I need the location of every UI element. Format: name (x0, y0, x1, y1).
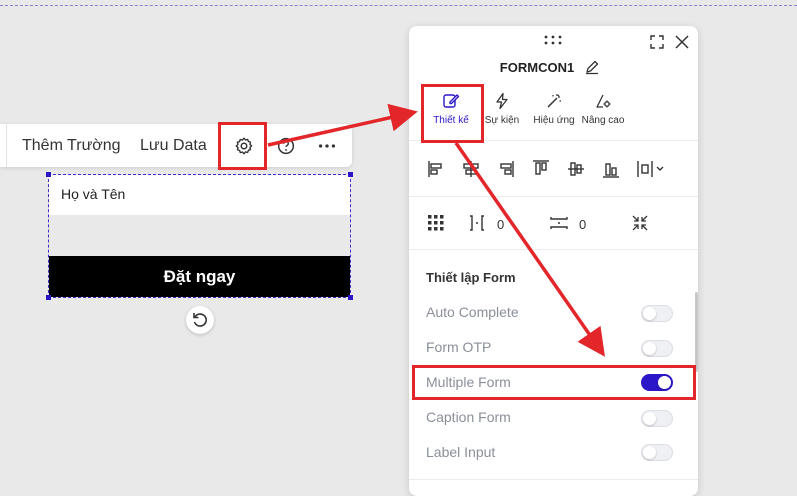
save-data-button[interactable]: Lưu Data (140, 124, 207, 167)
tab-events-label: Sự kiện (484, 115, 520, 126)
expand-icon[interactable] (649, 34, 665, 50)
collapse-icon[interactable] (631, 214, 649, 232)
tab-effects[interactable]: Hiệu ứng (529, 92, 579, 126)
close-icon[interactable] (674, 34, 690, 50)
setting-label-multiple-form: Multiple Form (426, 374, 511, 390)
pencil-edit-icon (443, 94, 460, 108)
gear-icon[interactable] (233, 135, 255, 157)
setting-label-form-otp: Form OTP (426, 339, 492, 355)
rotate-icon (193, 313, 207, 327)
auto-complete-toggle[interactable] (641, 305, 673, 322)
vertical-spacing-value[interactable]: 0 (579, 217, 586, 232)
rotate-handle[interactable] (186, 306, 214, 334)
setting-label-label-input: Label Input (426, 444, 496, 460)
resize-handle[interactable] (46, 295, 51, 300)
form-element-selection[interactable]: Họ và Tên Đặt ngay (46, 172, 353, 300)
form-settings-title: Thiết lập Form (426, 270, 516, 285)
tab-design-label: Thiết kế (433, 115, 469, 126)
order-now-button[interactable]: Đặt ngay (49, 256, 350, 297)
section-divider (409, 140, 698, 141)
tab-advanced[interactable]: Nâng cao (580, 92, 626, 126)
help-icon[interactable] (275, 135, 297, 157)
drag-handle-icon[interactable] (543, 34, 563, 46)
tab-events[interactable]: Sự kiện (481, 92, 523, 126)
settings-panel: FORMCON1 Thiết kế Sự kiện Hiệu ứng Nâng … (409, 26, 698, 496)
lightning-icon (496, 92, 508, 110)
vertical-spacing-icon[interactable] (549, 214, 569, 232)
label-input-toggle[interactable] (641, 444, 673, 461)
tab-effects-label: Hiệu ứng (533, 115, 575, 126)
resize-handle[interactable] (348, 172, 353, 177)
multiple-form-toggle[interactable] (641, 374, 673, 391)
rename-pencil-icon[interactable] (584, 59, 600, 75)
tab-advanced-label: Nâng cao (581, 115, 625, 126)
element-toolbar: Thêm Trường Lưu Data (0, 124, 352, 167)
horizontal-spacing-icon[interactable] (467, 214, 487, 232)
horizontal-spacing-value[interactable]: 0 (497, 217, 504, 232)
more-options-icon[interactable] (316, 135, 338, 157)
setting-label-auto-complete: Auto Complete (426, 304, 519, 320)
section-divider (409, 479, 698, 480)
canvas-guide-line (0, 5, 797, 6)
panel-scrollbar[interactable] (695, 292, 698, 372)
tab-design[interactable]: Thiết kế (429, 92, 473, 126)
add-field-button[interactable]: Thêm Trường (22, 124, 121, 167)
setting-label-caption-form: Caption Form (426, 409, 511, 425)
settings-advanced-icon (596, 94, 611, 108)
name-input-field[interactable]: Họ và Tên (49, 175, 350, 215)
grid-icon[interactable] (427, 214, 445, 232)
resize-handle[interactable] (46, 172, 51, 177)
section-divider (409, 196, 698, 197)
resize-handle[interactable] (348, 295, 353, 300)
panel-title: FORMCON1 (499, 60, 575, 75)
alignment-toolbar[interactable] (425, 158, 665, 180)
toolbar-divider (6, 124, 7, 167)
caption-form-toggle[interactable] (641, 410, 673, 427)
form-otp-toggle[interactable] (641, 340, 673, 357)
magic-wand-icon (547, 94, 561, 108)
section-divider (409, 249, 698, 250)
